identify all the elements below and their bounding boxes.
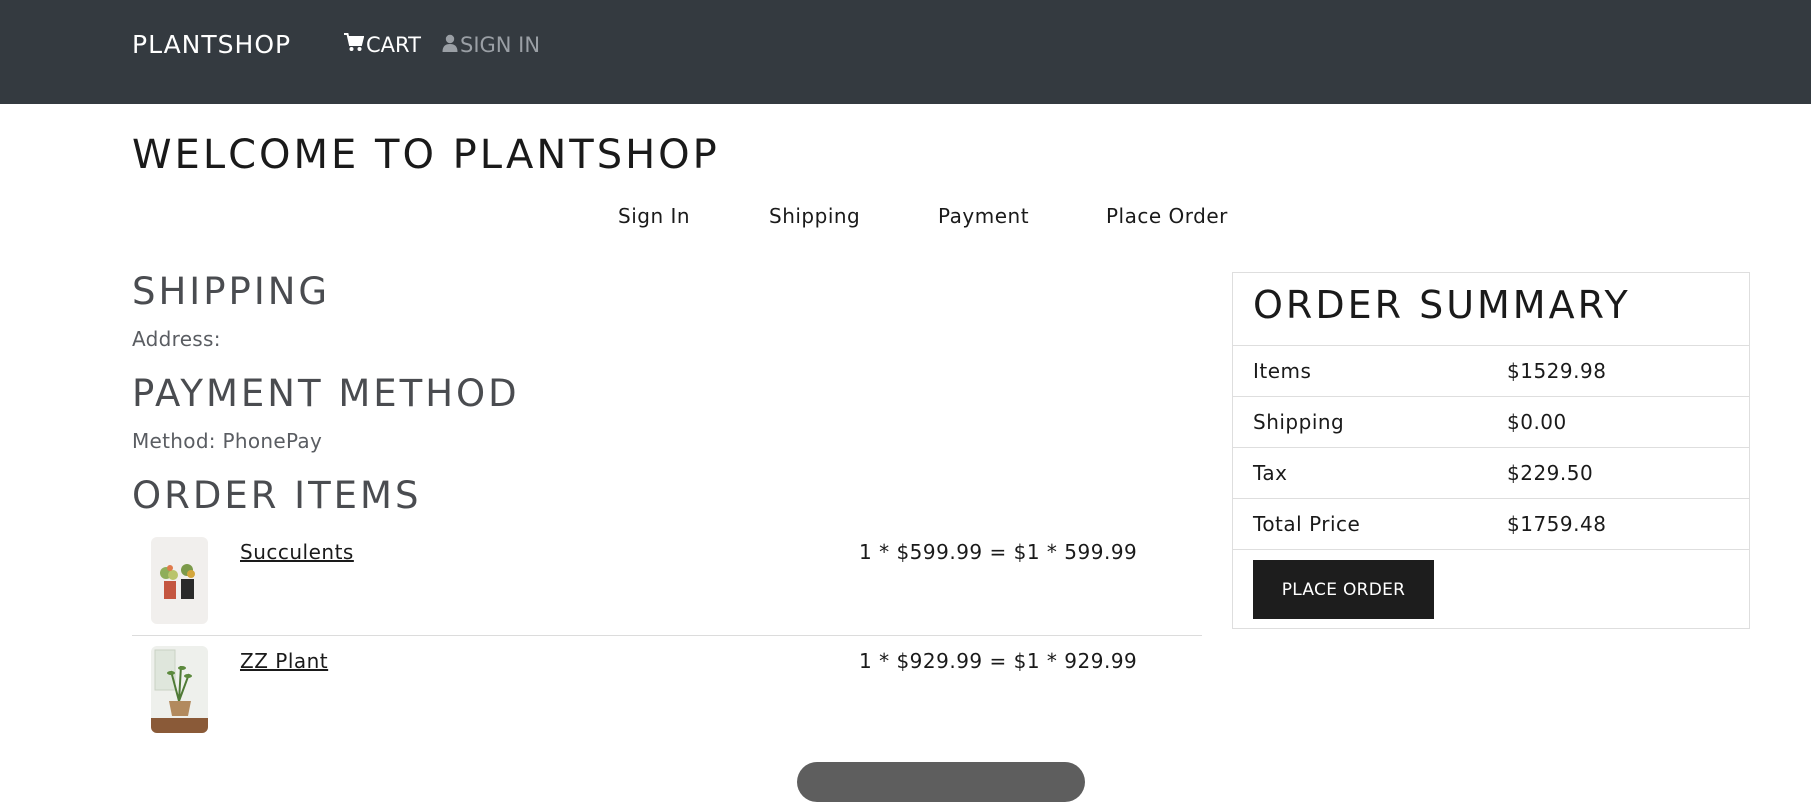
shipping-heading: SHIPPING xyxy=(132,270,331,313)
item-link-succulents[interactable]: Succulents xyxy=(240,540,354,564)
zz-plant-thumbnail[interactable] xyxy=(151,646,208,733)
step-payment[interactable]: Payment xyxy=(938,204,1029,228)
summary-value: $229.50 xyxy=(1507,461,1594,485)
order-items-heading: ORDER ITEMS xyxy=(132,474,422,517)
cart-icon xyxy=(344,33,365,57)
summary-row-tax: Tax $229.50 xyxy=(1233,447,1749,499)
summary-label: Items xyxy=(1253,359,1312,383)
cart-label: CART xyxy=(366,33,421,57)
row-divider xyxy=(132,635,1202,636)
succulents-thumbnail[interactable] xyxy=(151,537,208,624)
top-navbar: PLANTSHOP CART SIGN IN xyxy=(0,0,1811,104)
summary-label: Tax xyxy=(1253,461,1288,485)
payment-heading: PAYMENT METHOD xyxy=(132,372,520,415)
summary-row-total: Total Price $1759.48 xyxy=(1233,498,1749,550)
order-item-row: ZZ Plant 1 * $929.99 = $1 * 929.99 xyxy=(132,646,1202,736)
payment-method: Method: PhonePay xyxy=(132,429,323,453)
summary-label: Shipping xyxy=(1253,410,1345,434)
item-price-line: 1 * $929.99 = $1 * 929.99 xyxy=(859,649,1138,673)
summary-value: $1529.98 xyxy=(1507,359,1607,383)
page-title: WELCOME TO PLANTSHOP xyxy=(132,132,720,178)
signin-link[interactable]: SIGN IN xyxy=(442,33,540,57)
step-place-order[interactable]: Place Order xyxy=(1106,204,1228,228)
signin-label: SIGN IN xyxy=(460,33,541,57)
summary-label: Total Price xyxy=(1253,512,1361,536)
cart-link[interactable]: CART xyxy=(344,33,421,57)
order-summary-card: ORDER SUMMARY Items $1529.98 Shipping $0… xyxy=(1232,272,1750,629)
step-sign-in[interactable]: Sign In xyxy=(618,204,690,228)
step-shipping[interactable]: Shipping xyxy=(769,204,860,228)
order-item-row: Succulents 1 * $599.99 = $1 * 599.99 xyxy=(132,537,1202,635)
shipping-address: Address: xyxy=(132,327,221,351)
brand-link[interactable]: PLANTSHOP xyxy=(132,30,291,59)
order-summary-heading: ORDER SUMMARY xyxy=(1253,283,1631,327)
user-icon xyxy=(442,33,458,57)
summary-row-items: Items $1529.98 xyxy=(1233,345,1749,397)
summary-value: $1759.48 xyxy=(1507,512,1607,536)
summary-value: $0.00 xyxy=(1507,410,1567,434)
item-link-zz-plant[interactable]: ZZ Plant xyxy=(240,649,328,673)
summary-divider xyxy=(1233,549,1749,550)
summary-row-shipping: Shipping $0.00 xyxy=(1233,396,1749,448)
item-price-line: 1 * $599.99 = $1 * 599.99 xyxy=(859,540,1138,564)
floating-pill[interactable] xyxy=(797,762,1085,802)
place-order-button[interactable]: PLACE ORDER xyxy=(1253,560,1434,619)
